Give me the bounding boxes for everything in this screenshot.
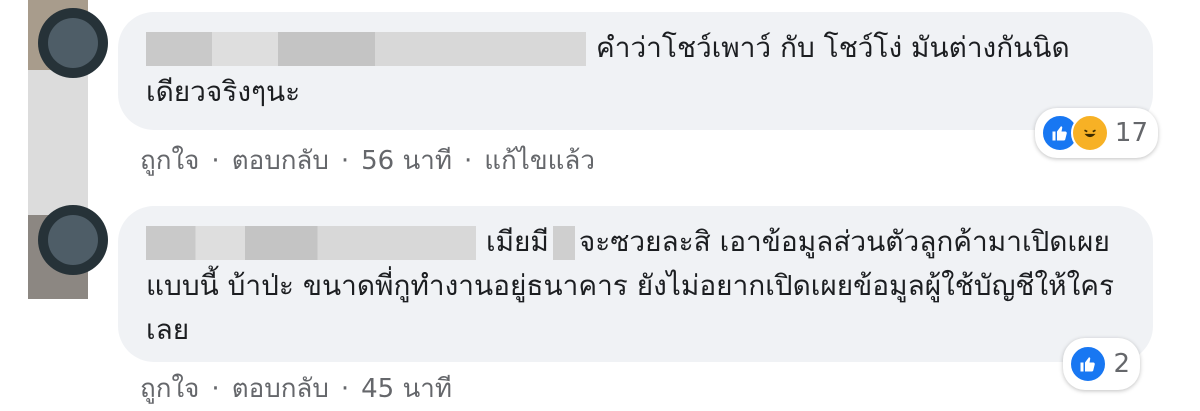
separator: · [340, 145, 350, 176]
reaction-summary[interactable]: 2 [1063, 338, 1140, 390]
like-button[interactable]: ถูกใจ [140, 140, 199, 181]
comment-text: เมียมี [486, 225, 549, 258]
comment-timestamp[interactable]: 45 นาที [361, 368, 452, 409]
separator: · [211, 145, 220, 176]
censored-avatar-area [28, 299, 88, 411]
like-button[interactable]: ถูกใจ [140, 368, 199, 409]
reaction-count: 2 [1113, 349, 1130, 379]
reply-button[interactable]: ตอบกลับ [232, 368, 329, 409]
comment-actions: ถูกใจ · ตอบกลับ · 56 นาที · แก้ไขแล้ว [140, 140, 595, 181]
like-icon [1069, 345, 1108, 383]
edited-label[interactable]: แก้ไขแล้ว [484, 140, 595, 181]
avatar[interactable] [38, 205, 108, 275]
reply-button[interactable]: ตอบกลับ [232, 140, 329, 181]
redacted-author-name[interactable] [146, 32, 586, 66]
censored-avatar-area [28, 70, 88, 215]
separator: · [211, 373, 220, 404]
comment-bubble: คำว่าโชว์เพาว์ กับ โชว์โง่ มันต่างกันนิด… [118, 12, 1153, 130]
comment-actions: ถูกใจ · ตอบกลับ · 45 นาที [140, 368, 452, 409]
comment-timestamp[interactable]: 56 นาที [361, 140, 452, 181]
haha-icon [1070, 114, 1109, 152]
separator: · [464, 145, 473, 176]
redacted-author-name[interactable] [146, 226, 476, 260]
reaction-summary[interactable]: 17 [1034, 108, 1158, 158]
avatar[interactable] [38, 8, 108, 78]
comment-bubble: เมียมี จะซวยละสิ เอาข้อมูลส่วนตัวลูกค้ามา… [118, 206, 1153, 362]
redacted-word [552, 226, 575, 260]
reaction-count: 17 [1114, 118, 1148, 148]
separator: · [340, 373, 350, 404]
